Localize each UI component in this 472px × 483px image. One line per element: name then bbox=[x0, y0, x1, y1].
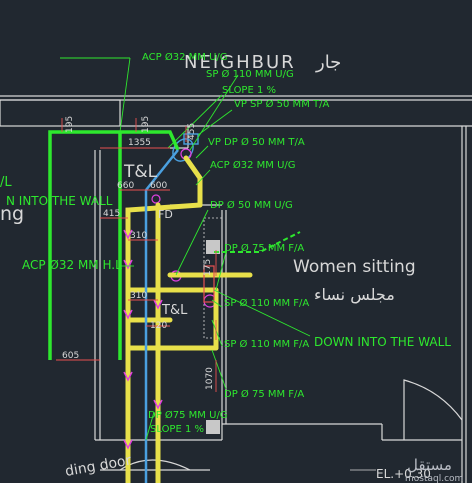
label-dp-75-ug: DP Ø75 MM U/G bbox=[148, 409, 228, 421]
dim-195-a: 195 bbox=[65, 116, 75, 133]
room-label-toilet-2: T&L bbox=[161, 303, 188, 318]
dim-1355: 1355 bbox=[128, 138, 151, 148]
sliding-door-label: ding door bbox=[64, 453, 133, 480]
label-slope-1: SLOPE 1 % bbox=[222, 85, 276, 96]
walls bbox=[0, 95, 472, 483]
dim-455: 455 bbox=[187, 123, 197, 140]
label-dp-50-ug: DP Ø 50 MM U/G bbox=[210, 199, 293, 211]
floor-drain-label: FD bbox=[158, 208, 173, 221]
leader-line bbox=[195, 145, 209, 159]
watermark-url: mostaql.com bbox=[405, 474, 463, 483]
dim-310-a: 310 bbox=[130, 231, 147, 241]
column-block-2 bbox=[206, 420, 220, 434]
leader-line bbox=[215, 251, 227, 291]
dim-195-b: 195 bbox=[141, 116, 151, 133]
room-label-toilet: T&L bbox=[123, 162, 158, 182]
leader-line bbox=[213, 289, 311, 337]
room-label-women-sitting: Women sitting bbox=[293, 257, 416, 277]
acp-pipe-main bbox=[48, 130, 120, 360]
label-acp-32-ug: ACP Ø32 MM U/G bbox=[210, 159, 296, 171]
dim-1070: 1070 bbox=[205, 367, 215, 390]
plumbing-plan: NEIGHBUR جار Women sitting مجلس نساء T&L… bbox=[0, 51, 472, 483]
dim-660: 660 bbox=[117, 181, 134, 191]
watermark-arabic: مستقل bbox=[407, 456, 452, 474]
label-sp-110-fa-2: SP Ø 110 MM F/A bbox=[224, 338, 309, 350]
label-acp-32-ug-top: ACP Ø32 MM U/G bbox=[142, 51, 228, 63]
dim-415: 415 bbox=[103, 209, 120, 219]
drain-left-vertical bbox=[125, 202, 203, 483]
floor-drain-circle bbox=[151, 194, 161, 204]
label-dp-75-fa-2: DP Ø 75 MM F/A bbox=[224, 388, 304, 400]
label-sp-110-fa-1: SP Ø 110 MM F/A bbox=[224, 297, 309, 309]
label-sp-110-ug: SP Ø 110 MM U/G bbox=[206, 68, 294, 80]
dimension-lines bbox=[56, 118, 217, 392]
label-vp-dp-50: VP DP Ø 50 MM T/A bbox=[208, 136, 305, 148]
dim-605: 605 bbox=[62, 351, 79, 361]
drain-wc-link bbox=[183, 155, 203, 208]
label-vp-sp-50: VP SP Ø 50 MM T/A bbox=[234, 98, 329, 110]
dim-310-b: 310 bbox=[130, 291, 147, 301]
dim-120: 120 bbox=[150, 321, 167, 331]
leader-line bbox=[119, 57, 131, 133]
label-down-into-wall-right: DOWN INTO THE WALL bbox=[314, 335, 451, 349]
wall-top-left bbox=[0, 99, 121, 127]
door-swing bbox=[403, 379, 463, 440]
dim-175: 175 bbox=[203, 259, 213, 276]
label-slope-bottom: SLOPE 1 % bbox=[150, 424, 204, 435]
label-dp-75-fa-1: DP Ø 75 MM F/A bbox=[224, 242, 304, 254]
partial-left-text: /L bbox=[0, 175, 12, 190]
cad-drawing-canvas: NEIGHBUR جار Women sitting مجلس نساء T&L… bbox=[0, 0, 472, 483]
fixture-circles bbox=[151, 148, 217, 308]
dim-600: 600 bbox=[150, 181, 167, 191]
room-label-women-sitting-arabic: مجلس نساء bbox=[314, 285, 395, 305]
label-down-into-wall-left: N INTO THE WALL bbox=[6, 194, 113, 208]
label-acp-32-hl: ACP Ø32 MM H.L bbox=[22, 258, 122, 272]
neighbour-title-arabic: جار bbox=[315, 52, 341, 73]
